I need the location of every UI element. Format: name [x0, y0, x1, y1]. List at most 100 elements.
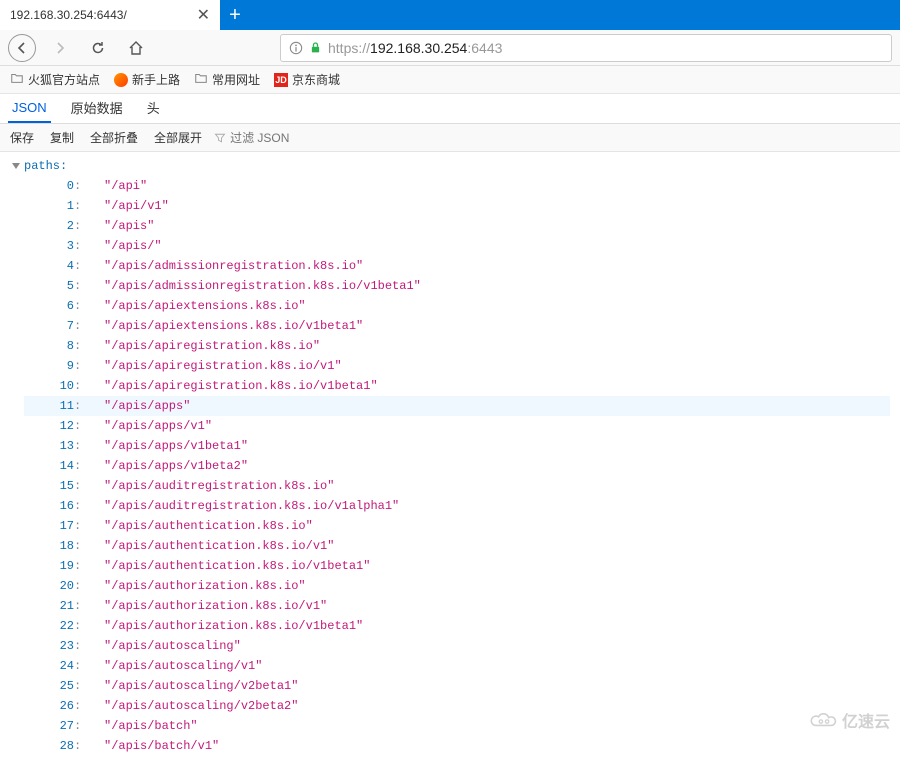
json-row[interactable]: 23:"/apis/autoscaling"	[24, 636, 890, 656]
json-index: 20	[24, 576, 74, 596]
json-row[interactable]: 0:"/api"	[24, 176, 890, 196]
json-row[interactable]: 10:"/apis/apiregistration.k8s.io/v1beta1…	[24, 376, 890, 396]
lock-icon[interactable]	[309, 41, 322, 54]
folder-icon	[10, 71, 24, 88]
json-row[interactable]: 25:"/apis/autoscaling/v2beta1"	[24, 676, 890, 696]
json-row[interactable]: 11:"/apis/apps"	[24, 396, 890, 416]
jd-icon: JD	[274, 73, 288, 87]
home-button[interactable]	[122, 34, 150, 62]
json-value: "/apis/apps/v1"	[84, 416, 212, 436]
json-row[interactable]: 12:"/apis/apps/v1"	[24, 416, 890, 436]
json-value: "/apis/"	[84, 236, 162, 256]
json-value: "/apis/autoscaling/v2beta1"	[84, 676, 298, 696]
collapse-all-button[interactable]: 全部折叠	[86, 127, 142, 148]
colon: :	[74, 516, 84, 536]
json-row[interactable]: 26:"/apis/autoscaling/v2beta2"	[24, 696, 890, 716]
colon: :	[74, 316, 84, 336]
colon: :	[74, 256, 84, 276]
json-value: "/api"	[84, 176, 147, 196]
tab-json[interactable]: JSON	[8, 94, 51, 123]
json-row[interactable]: 4:"/apis/admissionregistration.k8s.io"	[24, 256, 890, 276]
json-row[interactable]: 20:"/apis/authorization.k8s.io"	[24, 576, 890, 596]
json-row[interactable]: 9:"/apis/apiregistration.k8s.io/v1"	[24, 356, 890, 376]
caret-down-icon[interactable]	[12, 163, 20, 169]
url-proto: https://	[328, 40, 370, 56]
json-row[interactable]: 7:"/apis/apiextensions.k8s.io/v1beta1"	[24, 316, 890, 336]
forward-button	[46, 34, 74, 62]
tab-headers[interactable]: 头	[143, 92, 164, 123]
colon: :	[74, 196, 84, 216]
json-row[interactable]: 2:"/apis"	[24, 216, 890, 236]
bookmark-item[interactable]: JD京东商城	[274, 71, 340, 88]
json-value: "/apis/apps/v1beta1"	[84, 436, 248, 456]
filter-input[interactable]	[230, 131, 385, 145]
json-value: "/apis/apps"	[84, 396, 190, 416]
json-row[interactable]: 8:"/apis/apiregistration.k8s.io"	[24, 336, 890, 356]
colon: :	[74, 416, 84, 436]
colon: :	[74, 296, 84, 316]
json-value: "/apis/auditregistration.k8s.io"	[84, 476, 334, 496]
colon: :	[74, 476, 84, 496]
arrow-left-icon	[14, 40, 30, 56]
browser-tab-active[interactable]: 192.168.30.254:6443/ ✕	[0, 0, 220, 30]
json-index: 7	[24, 316, 74, 336]
json-value: "/apis/apiextensions.k8s.io/v1beta1"	[84, 316, 363, 336]
colon: :	[74, 576, 84, 596]
json-row[interactable]: 17:"/apis/authentication.k8s.io"	[24, 516, 890, 536]
json-row[interactable]: 16:"/apis/auditregistration.k8s.io/v1alp…	[24, 496, 890, 516]
json-row[interactable]: 6:"/apis/apiextensions.k8s.io"	[24, 296, 890, 316]
json-row[interactable]: 21:"/apis/authorization.k8s.io/v1"	[24, 596, 890, 616]
url-host: 192.168.30.254	[370, 40, 467, 56]
bookmark-label: 火狐官方站点	[28, 71, 100, 88]
info-icon[interactable]	[289, 41, 303, 55]
expand-all-button[interactable]: 全部展开	[150, 127, 206, 148]
json-index: 21	[24, 596, 74, 616]
json-row[interactable]: 13:"/apis/apps/v1beta1"	[24, 436, 890, 456]
arrow-right-icon	[52, 40, 68, 56]
reload-button[interactable]	[84, 34, 112, 62]
url-bar[interactable]: https://192.168.30.254:6443	[280, 34, 892, 62]
url-text: https://192.168.30.254:6443	[328, 40, 502, 56]
json-index: 8	[24, 336, 74, 356]
json-index: 5	[24, 276, 74, 296]
json-row[interactable]: 15:"/apis/auditregistration.k8s.io"	[24, 476, 890, 496]
json-value: "/apis/batch/v1"	[84, 736, 219, 756]
json-row[interactable]: 22:"/apis/authorization.k8s.io/v1beta1"	[24, 616, 890, 636]
json-root-row[interactable]: paths:	[10, 156, 890, 176]
home-icon	[128, 40, 144, 56]
colon: :	[74, 236, 84, 256]
colon: :	[74, 536, 84, 556]
bookmark-item[interactable]: 常用网址	[194, 71, 260, 88]
bookmark-item[interactable]: 新手上路	[114, 71, 180, 88]
json-index: 19	[24, 556, 74, 576]
json-index: 6	[24, 296, 74, 316]
tab-raw[interactable]: 原始数据	[67, 92, 127, 123]
json-row[interactable]: 18:"/apis/authentication.k8s.io/v1"	[24, 536, 890, 556]
json-row[interactable]: 1:"/api/v1"	[24, 196, 890, 216]
filter-box[interactable]	[214, 131, 385, 145]
json-row[interactable]: 27:"/apis/batch"	[24, 716, 890, 736]
save-button[interactable]: 保存	[6, 127, 38, 148]
json-row[interactable]: 19:"/apis/authentication.k8s.io/v1beta1"	[24, 556, 890, 576]
json-value: "/api/v1"	[84, 196, 169, 216]
json-index: 2	[24, 216, 74, 236]
json-row[interactable]: 24:"/apis/autoscaling/v1"	[24, 656, 890, 676]
json-index: 9	[24, 356, 74, 376]
json-row[interactable]: 5:"/apis/admissionregistration.k8s.io/v1…	[24, 276, 890, 296]
json-value: "/apis/authentication.k8s.io"	[84, 516, 313, 536]
url-port: :6443	[467, 40, 502, 56]
json-value: "/apis/apiregistration.k8s.io/v1beta1"	[84, 376, 378, 396]
close-icon[interactable]: ✕	[197, 5, 210, 25]
bookmark-item[interactable]: 火狐官方站点	[10, 71, 100, 88]
json-row[interactable]: 3:"/apis/"	[24, 236, 890, 256]
colon: :	[74, 336, 84, 356]
back-button[interactable]	[8, 34, 36, 62]
copy-button[interactable]: 复制	[46, 127, 78, 148]
json-row[interactable]: 28:"/apis/batch/v1"	[24, 736, 890, 756]
tab-title: 192.168.30.254:6443/	[10, 8, 127, 22]
json-row[interactable]: 14:"/apis/apps/v1beta2"	[24, 456, 890, 476]
colon: :	[74, 616, 84, 636]
colon: :	[74, 356, 84, 376]
json-value: "/apis/autoscaling/v1"	[84, 656, 262, 676]
newtab-button[interactable]: +	[220, 0, 250, 30]
